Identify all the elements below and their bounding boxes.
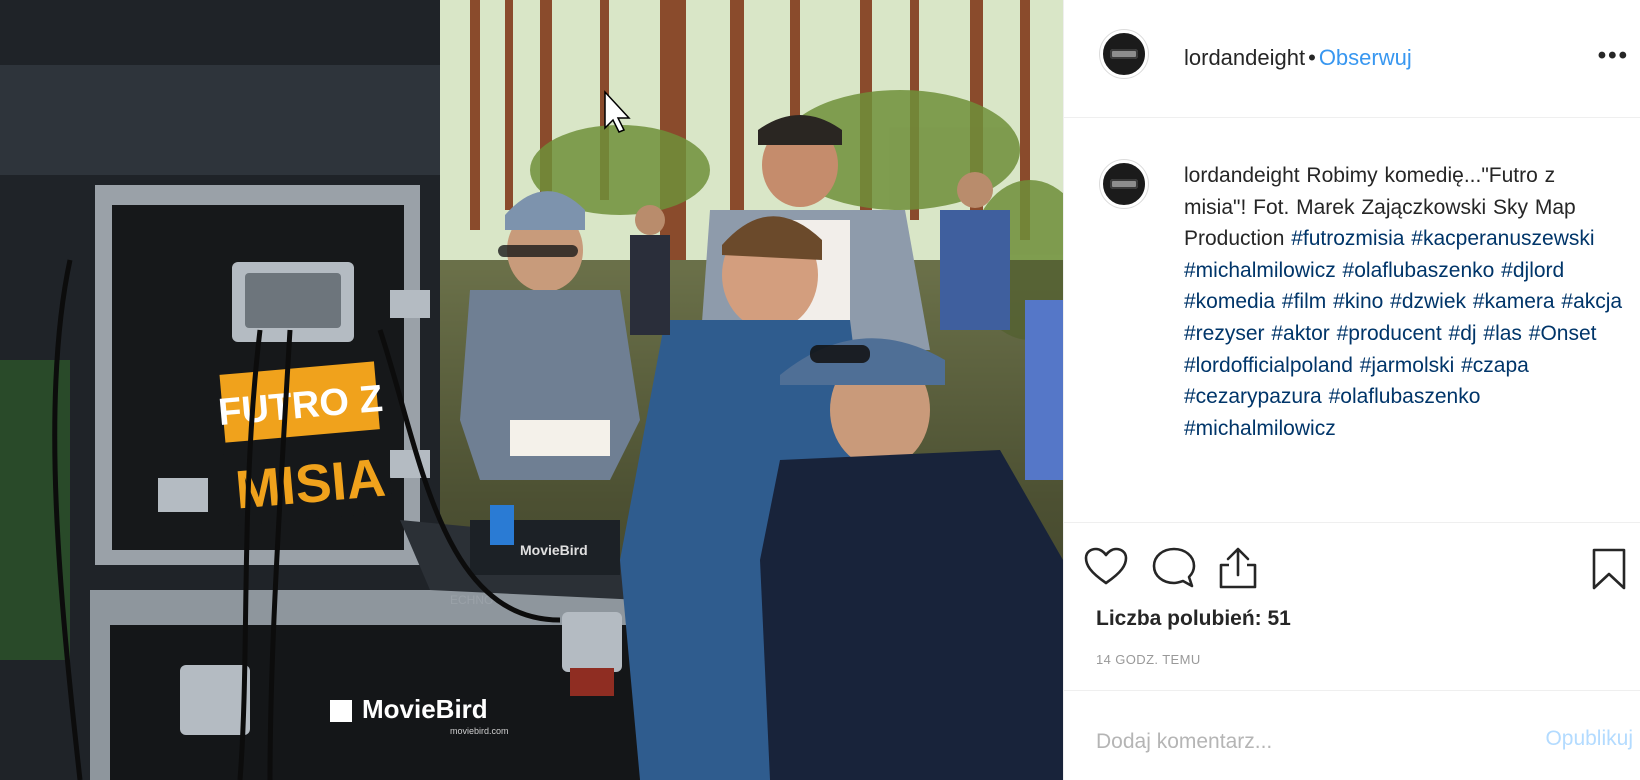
hashtag-link[interactable]: #dzwiek [1390, 290, 1466, 313]
heart-icon[interactable] [1084, 547, 1128, 587]
hashtag-link[interactable]: #olaflubaszenko [1343, 259, 1495, 282]
post-header: lordandeight • Obserwuj ••• [1064, 0, 1640, 118]
hashtag-link[interactable]: #jarmolski [1360, 354, 1455, 377]
hashtag-link[interactable]: #kino [1333, 290, 1383, 313]
hashtag-link[interactable]: #kacperanuszewski [1411, 227, 1594, 250]
hashtag-link[interactable]: #producent [1337, 322, 1442, 345]
echo-label: ECHNO [450, 593, 493, 607]
header-username-link[interactable]: lordandeight [1184, 45, 1305, 70]
avatar-logo [1110, 49, 1138, 59]
small-logo: MovieBird [520, 542, 588, 558]
moviebird-logo: MovieBird [362, 694, 488, 724]
hashtag-link[interactable]: #akcja [1561, 290, 1622, 313]
caption-avatar[interactable] [1100, 160, 1148, 208]
hashtag-link[interactable]: #czapa [1461, 354, 1529, 377]
likes-count[interactable]: Liczba polubień: 51 [1096, 607, 1291, 631]
post-photo[interactable]: FUTRO Z MISIA MovieBird moviebird.com Mo… [0, 0, 1063, 780]
post-side-panel: lordandeight • Obserwuj ••• lordandeight R… [1063, 0, 1640, 780]
publish-button[interactable]: Opublikuj [1545, 727, 1633, 751]
hashtag-link[interactable]: #komedia [1184, 290, 1275, 313]
hashtag-link[interactable]: #cezarypazura [1184, 385, 1322, 408]
hashtag-link[interactable]: #film [1282, 290, 1326, 313]
flight-case-lower: MovieBird moviebird.com [90, 590, 665, 780]
follow-button[interactable]: Obserwuj [1319, 45, 1412, 70]
hashtag-link[interactable]: #Onset [1529, 322, 1597, 345]
comment-bar: Opublikuj [1064, 690, 1640, 780]
hashtag-link[interactable]: #olaflubaszenko [1329, 385, 1481, 408]
header-separator: • [1308, 45, 1316, 70]
hashtag-link[interactable]: #lordofficialpoland [1184, 354, 1353, 377]
avatar-logo [1110, 179, 1138, 189]
post-timestamp[interactable]: 14 GODZ. TEMU [1096, 652, 1201, 667]
hashtag-link[interactable]: #michalmilowicz [1184, 417, 1336, 440]
side-bush [0, 360, 70, 660]
hashtag-link[interactable]: #las [1483, 322, 1522, 345]
post-photo-illustration: FUTRO Z MISIA MovieBird moviebird.com Mo… [0, 0, 1063, 780]
comment-input[interactable] [1096, 727, 1476, 757]
comment-icon[interactable] [1152, 547, 1196, 589]
caption-username-link[interactable]: lordandeight [1184, 164, 1300, 187]
share-icon[interactable] [1216, 547, 1260, 589]
hashtag-link[interactable]: #dj [1449, 322, 1477, 345]
post-caption: lordandeight Robimy komedię..."Futro z m… [1064, 118, 1640, 523]
bookmark-icon[interactable] [1591, 547, 1627, 591]
action-bar [1064, 523, 1640, 607]
caption-text: lordandeight Robimy komedię..."Futro z m… [1184, 160, 1624, 444]
hashtag-link[interactable]: #michalmilowicz [1184, 259, 1336, 282]
hashtag-link[interactable]: #futrozmisia [1291, 227, 1404, 250]
hashtag-link[interactable]: #kamera [1473, 290, 1555, 313]
more-options-icon[interactable]: ••• [1598, 44, 1629, 68]
hashtag-link[interactable]: #djlord [1501, 259, 1564, 282]
truck-shelf [0, 65, 440, 175]
moviebird-sub: moviebird.com [450, 726, 509, 736]
hashtag-list: #futrozmisia #kacperanuszewski #michalmi… [1184, 227, 1622, 440]
hashtag-link[interactable]: #rezyser [1184, 322, 1265, 345]
hashtag-link[interactable]: #aktor [1271, 322, 1329, 345]
avatar[interactable] [1100, 30, 1148, 78]
header-text: lordandeight • Obserwuj [1184, 44, 1412, 72]
